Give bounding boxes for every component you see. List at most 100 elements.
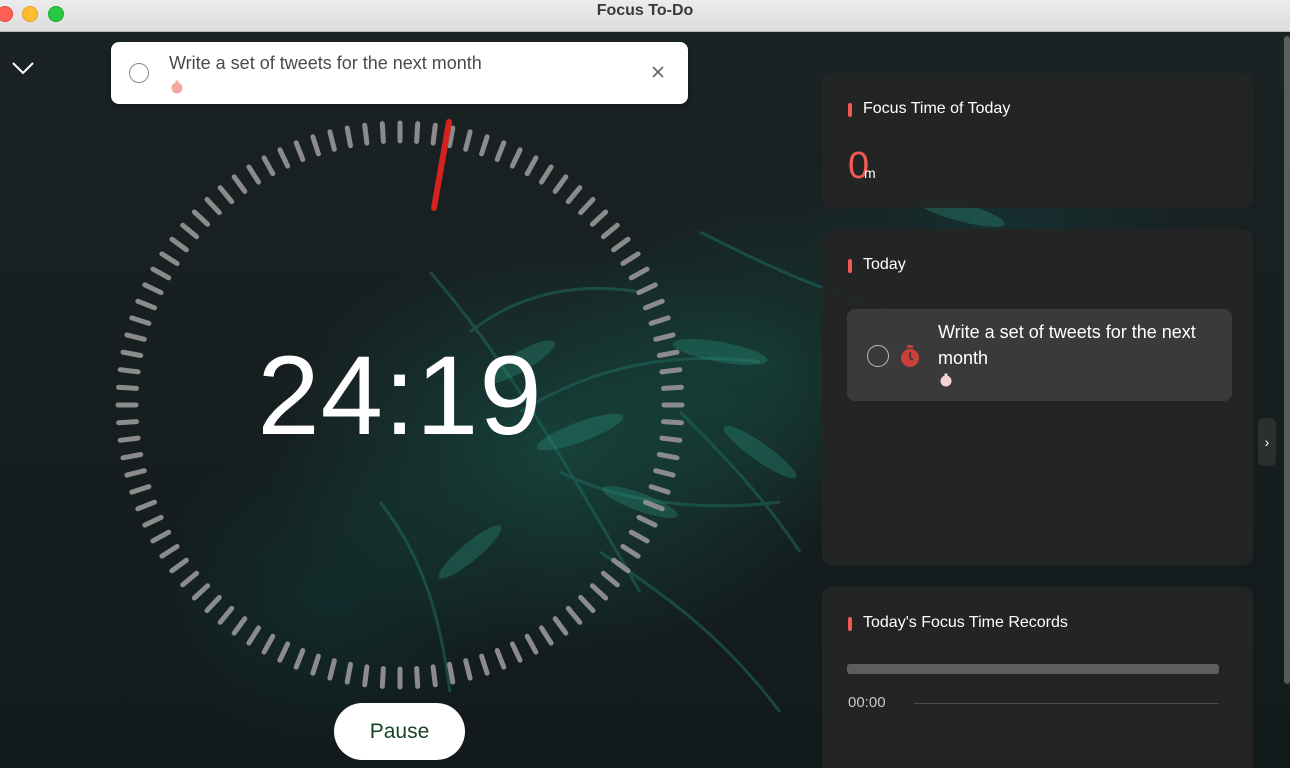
dial-tick xyxy=(159,251,180,266)
dial-tick xyxy=(142,282,164,296)
dial-tick xyxy=(327,658,337,681)
dial-tick xyxy=(204,594,222,614)
dial-tick xyxy=(231,174,248,194)
dial-tick xyxy=(656,452,680,461)
dial-tick xyxy=(611,557,631,574)
dial-tick xyxy=(135,298,157,311)
dial-tick xyxy=(479,134,490,157)
dial-tick xyxy=(589,583,609,601)
dial-tick xyxy=(204,196,222,216)
dial-tick xyxy=(628,266,650,281)
dial-tick xyxy=(565,185,583,205)
dial-tick xyxy=(231,616,248,636)
dial-tick xyxy=(578,196,596,216)
today-task-title: Write a set of tweets for the next month xyxy=(938,322,1196,368)
dial-tick xyxy=(636,514,658,528)
dial-tick xyxy=(578,594,596,614)
dial-tick xyxy=(509,641,523,663)
dial-tick xyxy=(414,121,421,144)
focus-time-unit: m xyxy=(864,165,876,181)
dial-tick xyxy=(344,125,353,149)
dial-tick xyxy=(552,616,569,636)
dial-tick xyxy=(261,155,276,177)
records-start-time: 00:00 xyxy=(848,694,886,711)
dial-tick xyxy=(116,384,139,391)
dial-tick xyxy=(539,625,554,646)
records-label: Today's Focus Time Records xyxy=(863,614,1068,631)
dial-tick xyxy=(277,147,291,169)
dial-tick xyxy=(310,134,321,157)
today-task-item[interactable]: Write a set of tweets for the next month xyxy=(847,309,1232,401)
dial-tick xyxy=(362,122,370,146)
dial-tick xyxy=(169,236,189,253)
dial-tick xyxy=(636,282,658,296)
dial-tick xyxy=(169,557,189,574)
dial-tick xyxy=(159,544,180,559)
today-panel: Today Write a set of tweets for the next… xyxy=(822,229,1253,565)
expand-panel-button[interactable]: › xyxy=(1258,418,1276,466)
dial-tick xyxy=(539,164,554,185)
dial-tick xyxy=(600,222,620,240)
dial-tick xyxy=(447,661,456,685)
dial-tick xyxy=(246,625,261,646)
dial-tick xyxy=(565,605,583,625)
dial-tick xyxy=(362,664,370,688)
dial-tick xyxy=(494,648,507,670)
dial-tick xyxy=(656,349,680,358)
today-label: Today xyxy=(863,256,906,273)
dial-tick xyxy=(150,266,172,281)
dial-tick xyxy=(124,332,147,342)
dial-tick xyxy=(379,666,386,689)
dial-tick xyxy=(217,185,235,205)
dial-tick xyxy=(430,122,438,146)
dial-tick xyxy=(661,419,684,426)
dial-tick xyxy=(430,664,438,688)
dial-tick xyxy=(653,332,676,342)
records-timeline-bar xyxy=(847,664,1219,674)
dial-tick xyxy=(217,605,235,625)
dial-tick xyxy=(180,222,200,240)
complete-task-checkbox[interactable] xyxy=(867,345,889,367)
heading-accent-bar xyxy=(848,617,852,631)
records-divider xyxy=(914,703,1219,704)
timer-display: 24:19 xyxy=(257,333,543,458)
pause-button[interactable]: Pause xyxy=(334,703,465,760)
dial-tick xyxy=(648,315,671,326)
heading-accent-bar xyxy=(848,259,852,273)
dial-tick xyxy=(293,648,306,670)
dial-tick xyxy=(129,484,152,495)
dial-tick xyxy=(120,452,144,461)
dial-tick xyxy=(552,174,569,194)
dial-tick xyxy=(661,384,684,391)
dial-tick xyxy=(524,633,539,655)
dial-tick xyxy=(643,499,665,512)
dial-tick xyxy=(600,570,620,588)
dial-tick xyxy=(414,666,421,689)
dial-tick xyxy=(659,367,683,375)
dial-tick xyxy=(246,164,261,185)
dial-tick xyxy=(620,544,641,559)
dial-tick xyxy=(327,129,337,152)
dial-tick xyxy=(494,140,507,162)
dial-tick xyxy=(310,653,321,676)
focus-time-panel: Focus Time of Today 0 m xyxy=(822,73,1253,208)
dial-tick xyxy=(142,514,164,528)
stopwatch-icon[interactable] xyxy=(899,344,921,368)
dial-tick xyxy=(659,435,683,443)
dial-tick xyxy=(509,147,523,169)
dial-tick xyxy=(648,484,671,495)
dial-tick xyxy=(150,529,172,544)
dial-tick xyxy=(124,468,147,478)
heading-accent-bar xyxy=(848,103,852,117)
dial-tick xyxy=(379,121,386,144)
dial-tick xyxy=(191,209,211,227)
dial-tick xyxy=(261,633,276,655)
dial-tick xyxy=(117,367,141,375)
dial-tick xyxy=(653,468,676,478)
app-window: Focus To-Do Write a set of tweets for th… xyxy=(0,0,1290,768)
scrollbar[interactable] xyxy=(1284,36,1290,684)
dial-tick xyxy=(463,129,473,152)
dial-tick xyxy=(643,298,665,311)
dial-tick xyxy=(180,570,200,588)
dial-tick xyxy=(479,653,490,676)
